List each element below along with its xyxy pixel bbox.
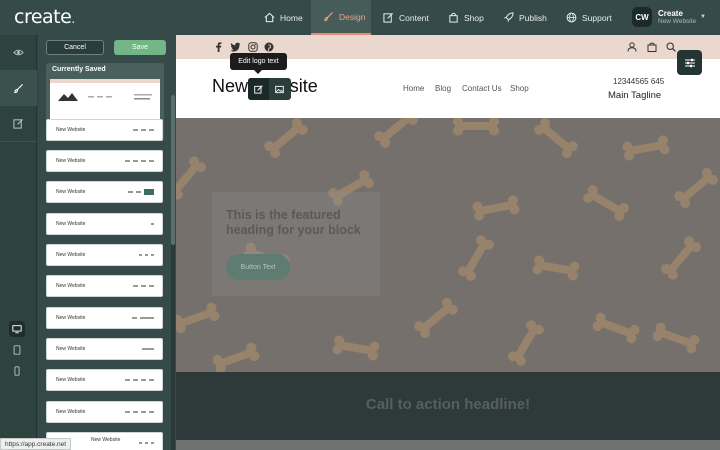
- site-nav-home[interactable]: Home: [403, 84, 424, 93]
- edit-icon: [383, 12, 394, 23]
- mobile-icon: [14, 366, 20, 376]
- nav-home[interactable]: Home: [264, 0, 303, 35]
- theme-template-name: New Website: [56, 221, 86, 227]
- theme-template-card[interactable]: New Website: [46, 150, 163, 172]
- nav-design[interactable]: Design: [311, 0, 371, 35]
- theme-template-name: New Website: [91, 437, 121, 443]
- featured-heading[interactable]: This is the featured heading for your bl…: [226, 208, 376, 238]
- nav-support[interactable]: Support: [566, 0, 612, 35]
- home-icon: [264, 12, 275, 23]
- eye-icon: [13, 49, 24, 56]
- theme-template-name: New Website: [56, 409, 86, 415]
- tool-rail: [0, 35, 37, 450]
- mobile-view-button[interactable]: [9, 363, 25, 379]
- preview-eye-button[interactable]: [0, 35, 37, 71]
- twitter-icon[interactable]: [230, 42, 241, 52]
- theme-template-name: New Website: [56, 283, 86, 289]
- nav-publish[interactable]: Publish: [503, 0, 547, 35]
- instagram-icon[interactable]: [248, 42, 258, 52]
- theme-template-card[interactable]: New Website: [46, 119, 163, 141]
- edit-logo-text-button[interactable]: [248, 78, 269, 100]
- theme-template-name: New Website: [56, 346, 86, 352]
- status-bar-url: https://app.create.net: [0, 438, 72, 450]
- theme-template-card[interactable]: New Website: [46, 244, 163, 266]
- block-settings-button[interactable]: [677, 50, 702, 75]
- theme-template-card[interactable]: New Website: [46, 401, 163, 423]
- site-tagline[interactable]: Main Tagline: [608, 90, 661, 101]
- sliders-icon: [684, 58, 695, 67]
- theme-template-name: New Website: [56, 252, 86, 258]
- top-navigation: create. Home Design Content Shop Publish…: [0, 0, 720, 35]
- theme-template-name: New Website: [56, 158, 86, 164]
- account-title: Create: [658, 9, 683, 18]
- theme-template-name: New Website: [56, 189, 86, 195]
- tablet-view-button[interactable]: [9, 342, 25, 358]
- edit-logo-tooltip: Edit logo text: [230, 53, 287, 74]
- site-phone: 12344565 645: [613, 77, 665, 86]
- edit-logo-image-button[interactable]: [269, 78, 290, 100]
- next-block: [176, 440, 720, 450]
- avatar: CW: [632, 7, 652, 27]
- theme-template-card[interactable]: New Website: [46, 275, 163, 297]
- bag-icon: [449, 12, 458, 23]
- cancel-button[interactable]: Cancel: [46, 40, 104, 55]
- pencil-edit-icon: [254, 84, 263, 94]
- globe-icon: [566, 12, 577, 23]
- brush-icon: [324, 11, 334, 22]
- account-subtitle: New Website: [658, 18, 697, 25]
- site-nav-shop[interactable]: Shop: [510, 84, 529, 93]
- scrollbar-thumb[interactable]: [171, 95, 175, 245]
- account-menu[interactable]: CW Create New Website: [632, 7, 696, 27]
- desktop-icon: [12, 325, 22, 334]
- nav-shop[interactable]: Shop: [448, 0, 484, 35]
- theme-template-card[interactable]: New Website: [46, 307, 163, 329]
- theme-template-card[interactable]: New Website: [46, 338, 163, 360]
- featured-button[interactable]: Button Text: [226, 254, 290, 280]
- call-to-action-block[interactable]: Call to action headline!: [176, 372, 720, 440]
- edit-content-button[interactable]: [0, 106, 37, 142]
- save-button[interactable]: Save: [114, 40, 166, 55]
- desktop-view-button[interactable]: [9, 321, 25, 337]
- theme-template-card[interactable]: New Website: [46, 213, 163, 235]
- tablet-icon: [13, 345, 21, 355]
- site-nav-blog[interactable]: Blog: [435, 84, 451, 93]
- app-logo[interactable]: create.: [14, 6, 75, 28]
- theme-template-name: New Website: [56, 127, 86, 133]
- hero-block[interactable]: This is the featured heading for your bl…: [176, 118, 720, 372]
- image-icon: [275, 85, 284, 93]
- cta-headline[interactable]: Call to action headline!: [176, 396, 720, 413]
- site-nav-contact[interactable]: Contact Us: [462, 84, 502, 93]
- logo-edit-toolbar: [248, 78, 291, 100]
- brush-icon: [14, 83, 24, 93]
- nav-content[interactable]: Content: [383, 0, 429, 35]
- pinterest-icon[interactable]: [264, 42, 274, 52]
- edit-icon: [13, 118, 24, 129]
- featured-block[interactable]: This is the featured heading for your bl…: [212, 192, 380, 296]
- theme-template-card[interactable]: New Website: [46, 369, 163, 391]
- search-icon[interactable]: [666, 42, 676, 52]
- chevron-down-icon[interactable]: ▼: [700, 14, 706, 20]
- facebook-icon[interactable]: [214, 42, 223, 52]
- cart-bag-icon[interactable]: [647, 42, 657, 52]
- rocket-icon: [504, 12, 514, 22]
- theme-template-name: New Website: [56, 315, 86, 321]
- design-brush-button[interactable]: [0, 71, 37, 106]
- theme-template-card[interactable]: New Website: [46, 181, 163, 203]
- user-icon[interactable]: [627, 42, 637, 52]
- theme-template-name: New Website: [56, 377, 86, 383]
- theme-panel: Cancel Save Currently Saved New Website N…: [38, 35, 176, 450]
